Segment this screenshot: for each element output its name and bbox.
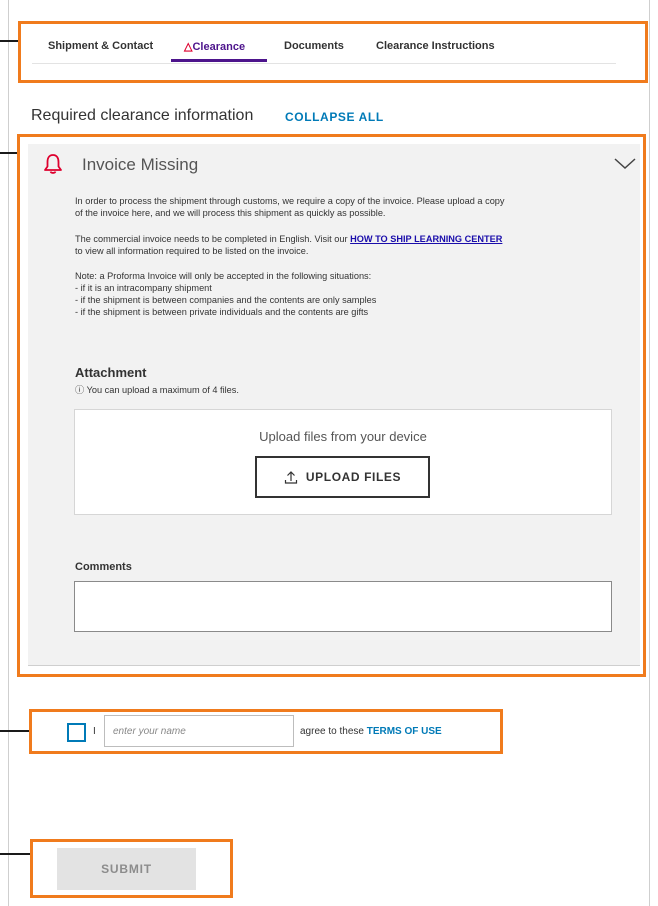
highlight-terms-box <box>29 709 503 754</box>
callout-line <box>0 730 29 732</box>
section-title: Required clearance information <box>31 107 254 124</box>
highlight-panel-box <box>17 134 646 677</box>
highlight-submit-box <box>30 839 233 898</box>
callout-line <box>0 40 18 42</box>
highlight-tabs-box <box>18 21 648 83</box>
callout-line <box>0 152 17 154</box>
callout-line <box>0 853 30 855</box>
collapse-all-link[interactable]: COLLAPSE ALL <box>285 110 384 124</box>
